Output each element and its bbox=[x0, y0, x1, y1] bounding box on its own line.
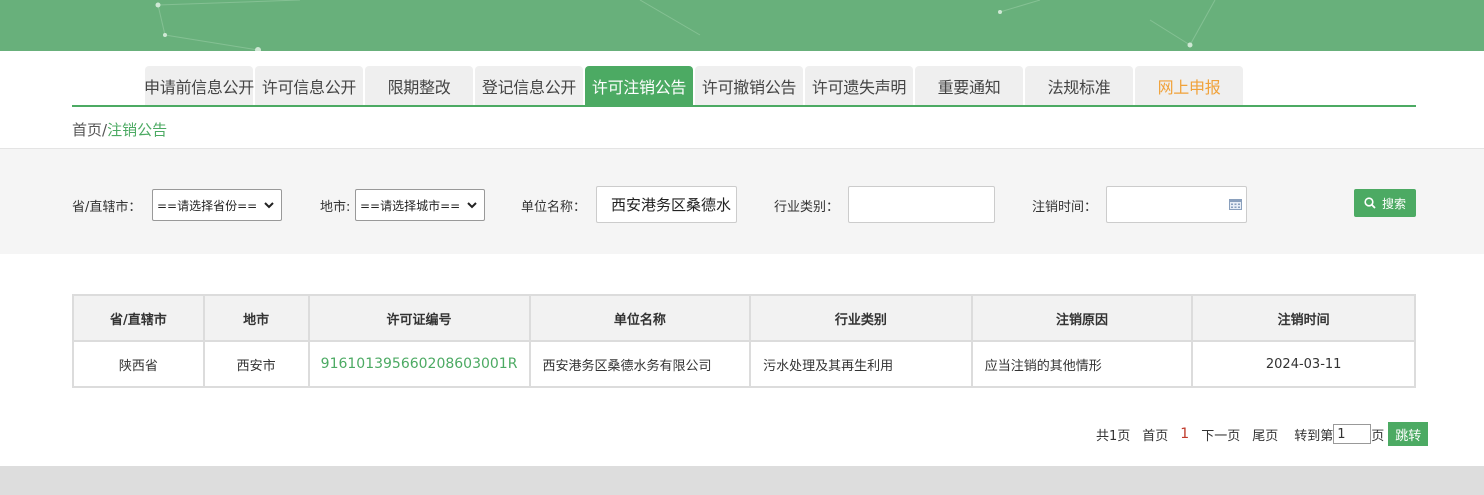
cell-industry: 污水处理及其再生利用 bbox=[749, 340, 973, 388]
search-button-label: 搜索 bbox=[1381, 196, 1406, 211]
cell-unit-name: 西安港务区桑德水务有限公司 bbox=[528, 340, 752, 388]
search-button[interactable]: 搜索 bbox=[1354, 189, 1416, 217]
goto-label: 转到第 bbox=[1294, 428, 1334, 444]
industry-input[interactable] bbox=[848, 186, 995, 223]
search-panel: 省/直辖市： ==请选择省份== 地市: ==请选择城市== 单位名称： 西安港… bbox=[0, 148, 1484, 254]
header-city: 地市 bbox=[202, 294, 310, 342]
province-select-value: ==请选择省份== bbox=[157, 198, 258, 213]
page-total: 共1页 bbox=[1096, 428, 1131, 444]
chevron-down-icon bbox=[264, 202, 274, 209]
header-reason: 注销原因 bbox=[970, 294, 1194, 342]
city-select[interactable]: ==请选择城市== bbox=[355, 189, 485, 221]
nav-underline bbox=[72, 105, 1416, 107]
city-select-value: ==请选择城市== bbox=[360, 198, 461, 213]
city-label: 地市: bbox=[320, 200, 351, 215]
unit-name-input-value: 西安港务区桑德水 bbox=[611, 196, 732, 214]
table-row: 陕西省 西安市 916101395660208603001R 西安港务区桑德水务… bbox=[72, 340, 1416, 388]
goto-page-unit: 页 bbox=[1371, 428, 1385, 444]
tab-license-revocation[interactable]: 许可撤销公告 bbox=[695, 66, 803, 106]
page-last-link[interactable]: 尾页 bbox=[1252, 425, 1278, 444]
tab-license-cancellation[interactable]: 许可注销公告 bbox=[585, 66, 693, 106]
calendar-icon[interactable] bbox=[1229, 198, 1242, 210]
unit-name-input[interactable]: 西安港务区桑德水 bbox=[596, 186, 737, 223]
goto-page-input[interactable]: 1 bbox=[1333, 424, 1372, 444]
province-select[interactable]: ==请选择省份== bbox=[152, 189, 282, 221]
cancel-time-input[interactable] bbox=[1106, 186, 1247, 223]
tab-license-disclosure[interactable]: 许可信息公开 bbox=[255, 66, 363, 106]
tab-rectification-deadline[interactable]: 限期整改 bbox=[365, 66, 473, 106]
cell-city: 西安市 bbox=[202, 340, 310, 388]
breadcrumb: 首页/注销公告 bbox=[72, 119, 167, 140]
cell-cancel-date: 2024-03-11 bbox=[1191, 340, 1416, 388]
page-next-link[interactable]: 下一页 bbox=[1201, 425, 1240, 444]
tab-important-notice[interactable]: 重要通知 bbox=[915, 66, 1023, 106]
breadcrumb-home[interactable]: 首页 bbox=[72, 121, 102, 139]
header-banner bbox=[0, 0, 1484, 51]
table-header-row: 省/直辖市 地市 许可证编号 单位名称 行业类别 注销原因 注销时间 bbox=[72, 294, 1416, 342]
cancellation-table: 省/直辖市 地市 许可证编号 单位名称 行业类别 注销原因 注销时间 陕西省 西… bbox=[72, 294, 1416, 388]
cell-province: 陕西省 bbox=[72, 340, 205, 388]
jump-button[interactable]: 跳转 bbox=[1388, 422, 1429, 446]
industry-label: 行业类别： bbox=[774, 200, 840, 215]
chevron-down-icon bbox=[467, 202, 477, 209]
pagination: 共1页 首页 1 下一页 尾页 转到第 1 页 跳转 bbox=[1096, 422, 1429, 446]
tab-pre-application-disclosure[interactable]: 申请前信息公开 bbox=[144, 66, 254, 106]
header-province: 省/直辖市 bbox=[72, 294, 205, 342]
banner-network-decoration bbox=[155, 0, 1216, 51]
tab-online-application[interactable]: 网上申报 bbox=[1135, 66, 1243, 106]
header-cancel-date: 注销时间 bbox=[1191, 294, 1416, 342]
header-industry: 行业类别 bbox=[749, 294, 973, 342]
cell-reason: 应当注销的其他情形 bbox=[970, 340, 1194, 388]
footer-bar bbox=[0, 466, 1484, 495]
tab-regulations-standards[interactable]: 法规标准 bbox=[1025, 66, 1133, 106]
page-first-link[interactable]: 首页 bbox=[1142, 425, 1168, 444]
tab-license-loss-statement[interactable]: 许可遗失声明 bbox=[805, 66, 913, 106]
search-icon bbox=[1364, 197, 1376, 209]
province-label: 省/直辖市： bbox=[72, 200, 142, 215]
tab-registration-disclosure[interactable]: 登记信息公开 bbox=[475, 66, 583, 106]
main-nav: 申请前信息公开 许可信息公开 限期整改 登记信息公开 许可注销公告 许可撤销公告… bbox=[144, 66, 1245, 106]
header-license-no: 许可证编号 bbox=[307, 294, 531, 342]
breadcrumb-current: 注销公告 bbox=[107, 121, 168, 139]
cell-license-no-link[interactable]: 916101395660208603001R bbox=[307, 340, 531, 388]
page-current: 1 bbox=[1180, 426, 1190, 442]
cancel-time-label: 注销时间： bbox=[1032, 200, 1098, 215]
header-unit-name: 单位名称 bbox=[528, 294, 752, 342]
unit-name-label: 单位名称： bbox=[521, 200, 587, 215]
